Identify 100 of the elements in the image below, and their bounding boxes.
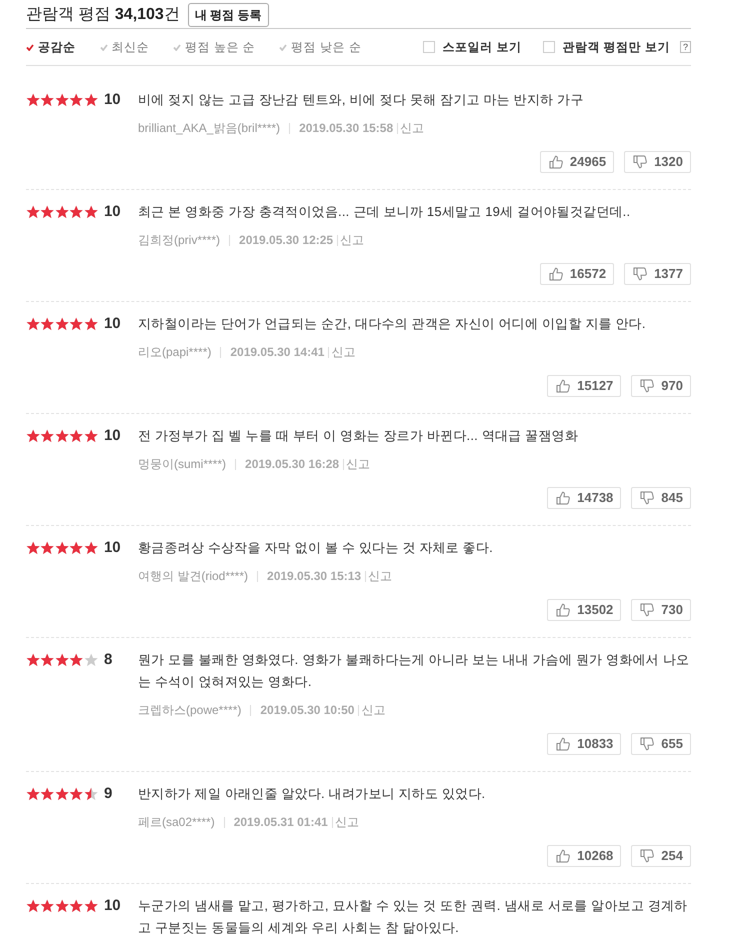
sort-option[interactable]: 평점 높은 순: [173, 38, 256, 56]
review-date: 2019.05.30 16:28: [245, 456, 340, 473]
star-icon: [40, 93, 55, 107]
rating-score: 10: [104, 314, 121, 334]
star-icon: [54, 899, 70, 913]
star-icon: [26, 899, 40, 913]
sort-option[interactable]: 평점 낮은 순: [279, 38, 362, 56]
dislike-button[interactable]: 970: [631, 375, 691, 397]
review-text: 뭔가 모를 불쾌한 영화였다. 영화가 불쾌하다는게 아니라 보는 내내 가슴에 뭔가 영화에서 나오는 수석이 얹혀져있는 영화다.: [138, 651, 690, 691]
star-icon: [54, 205, 70, 219]
thumbs-down-icon: [632, 154, 648, 170]
star-icon: [69, 653, 84, 667]
star-icon: [40, 899, 55, 913]
rating-score: 10: [104, 896, 121, 916]
thumbs-down-icon: [639, 602, 656, 618]
star-icon: [69, 317, 84, 331]
dislike-button[interactable]: 1320: [624, 151, 691, 173]
star-icon: [26, 787, 40, 801]
checkbox-label[interactable]: 스포일러 보기: [442, 38, 522, 56]
star-icon: [84, 787, 98, 801]
review-date: 2019.05.30 14:41: [230, 344, 324, 361]
star-icon: [40, 787, 55, 801]
star-icon: [54, 787, 70, 801]
star-icon: [54, 317, 70, 331]
star-icon: [84, 93, 98, 107]
star-icon: [84, 317, 98, 331]
dislike-button[interactable]: 655: [631, 733, 691, 755]
thumbs-up-icon: [548, 266, 564, 282]
dislike-button[interactable]: 845: [631, 487, 691, 509]
star-icon: [69, 541, 84, 555]
thumbs-down-icon: [639, 378, 656, 394]
rating-score: 10: [104, 538, 121, 558]
add-rating-button[interactable]: 내 평점 등록: [188, 2, 268, 26]
reviewer-name: 여행의 발견(riod****): [138, 568, 248, 585]
thumbs-down-icon: [639, 848, 656, 864]
reviewer-name: 멍뭉이(sumi****): [138, 456, 226, 473]
star-icon: [69, 93, 84, 107]
star-icon: [69, 787, 84, 801]
dislike-button[interactable]: 730: [631, 599, 691, 621]
star-icon: [26, 317, 40, 331]
review-text: 지하철이라는 단어가 언급되는 순간, 대다수의 관객은 자신이 어디에 이입할 지를 안다.: [138, 315, 647, 333]
star-icon: [84, 429, 98, 443]
like-button[interactable]: 13502: [547, 599, 622, 621]
star-icon: [40, 317, 55, 331]
rating-score: 10: [104, 90, 121, 110]
review-date: 2019.05.30 10:50: [260, 702, 354, 719]
thumbs-up-icon: [555, 490, 572, 506]
thumbs-up-icon: [555, 378, 572, 394]
reviewer-name: 리오(papi****): [138, 344, 212, 361]
thumbs-down-icon: [639, 736, 656, 752]
review-text: 최근 본 영화중 가장 충격적이었음... 근데 보니까 15세말고 19세 걸어야될것같던데..: [138, 203, 632, 221]
like-button[interactable]: 14738: [547, 487, 622, 509]
like-button[interactable]: 16572: [540, 263, 614, 285]
like-button[interactable]: 10268: [547, 845, 622, 867]
like-button[interactable]: 10833: [547, 733, 622, 755]
rating-summary: 관람객 평점 34,103건: [26, 4, 180, 24]
star-icon: [26, 205, 40, 219]
review-text: 누군가의 냄새를 맡고, 평가하고, 묘사할 수 있는 것 또한 권력. 냄새로 서로를 알아보고 경계하고 구분짓는 동물들의 세계와 우리 사회는 참 닮아있다.: [138, 897, 688, 937]
reviewer-name: 페르(sa02****): [138, 814, 215, 831]
check-icon: [26, 44, 34, 50]
thumbs-up-icon: [555, 602, 572, 618]
rating-score: 10: [104, 426, 121, 446]
checkbox[interactable]: [543, 41, 556, 53]
like-button[interactable]: 15127: [547, 375, 622, 397]
thumbs-down-icon: [632, 266, 648, 282]
sort-option[interactable]: 최신순: [100, 38, 149, 56]
star-icon: [54, 429, 70, 443]
star-icon: [54, 653, 70, 667]
star-icon: [26, 653, 40, 667]
reviewer-name: 크렙하스(powe****): [138, 702, 242, 719]
help-button[interactable]: ?: [680, 41, 691, 53]
thumbs-down-icon: [639, 490, 656, 506]
star-icon: [40, 541, 55, 555]
checkbox[interactable]: [423, 41, 436, 53]
review-date: 2019.05.30 12:25: [239, 232, 334, 249]
check-icon: [100, 44, 108, 50]
checkbox-label[interactable]: 관람객 평점만 보기: [562, 38, 670, 56]
star-icon: [84, 899, 98, 913]
check-icon: [279, 44, 288, 50]
rating-score: 10: [104, 202, 121, 222]
dislike-button[interactable]: 254: [631, 845, 691, 867]
thumbs-up-icon: [548, 154, 564, 170]
review-date: 2019.05.30 15:58: [299, 120, 394, 137]
star-icon: [84, 541, 98, 555]
star-icon: [26, 541, 40, 555]
check-icon: [173, 44, 181, 50]
sort-option[interactable]: 공감순: [26, 38, 76, 56]
dislike-button[interactable]: 1377: [624, 263, 691, 285]
review-text: 비에 젖지 않는 고급 장난감 텐트와, 비에 젖다 못해 잠기고 마는 반지하 가구: [138, 91, 585, 109]
review-text: 황금종려상 수상작을 자막 없이 볼 수 있다는 것 자체로 좋다.: [138, 539, 494, 557]
like-button[interactable]: 24965: [540, 151, 614, 173]
star-icon: [40, 653, 55, 667]
rating-score: 9: [104, 784, 112, 804]
star-icon: [54, 541, 70, 555]
review-date: 2019.05.31 01:41: [234, 814, 328, 831]
review-text: 반지하가 제일 아래인줄 알았다. 내려가보니 지하도 있었다.: [138, 785, 486, 803]
review-text: 전 가정부가 집 벨 누를 때 부터 이 영화는 장르가 바뀐다... 역대급 꿀잼영화: [138, 427, 579, 445]
star-icon: [69, 205, 84, 219]
star-icon: [40, 205, 55, 219]
rating-score: 8: [104, 650, 112, 670]
